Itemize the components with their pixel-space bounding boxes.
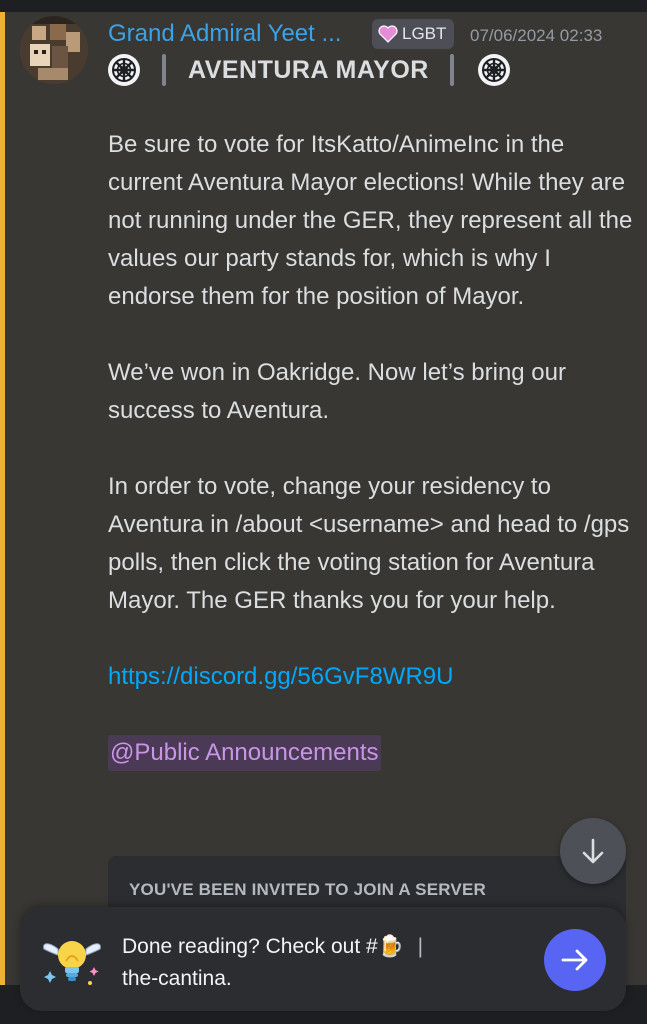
- divider-pipe: [162, 54, 166, 86]
- tag-label: LGBT: [402, 24, 447, 43]
- go-to-channel-button[interactable]: [544, 929, 606, 991]
- invite-link[interactable]: https://discord.gg/56GvF8WR9U: [108, 663, 453, 690]
- arrow-right-icon: [561, 949, 588, 971]
- winged-lightbulb-icon: [43, 941, 101, 985]
- next-channel-prompt[interactable]: Done reading? Check out #🍺 | the-cantina…: [20, 907, 626, 1011]
- invite-heading: YOU'VE BEEN INVITED TO JOIN A SERVER: [129, 880, 486, 899]
- message-timestamp: 07/06/2024 02:33: [470, 26, 603, 45]
- prompt-text: Done reading? Check out #🍺 | the-cantina…: [122, 931, 462, 995]
- beer-emoji-icon: 🍺: [377, 935, 404, 958]
- top-bar: [0, 0, 647, 12]
- mention-highlight-bar: [0, 12, 5, 1024]
- avatar[interactable]: [20, 16, 88, 84]
- divider-pipe: [450, 54, 454, 86]
- channel-name: the-cantina.: [122, 967, 232, 990]
- empire-emblem-icon: [108, 54, 140, 86]
- message-content: Be sure to vote for ItsKatto/AnimeInc in…: [108, 126, 636, 772]
- channel-separator: |: [417, 935, 424, 958]
- arrow-down-icon: [582, 838, 604, 864]
- role-header: AVENTURA MAYOR: [108, 52, 528, 88]
- prompt-line1: Done reading? Check out #: [122, 935, 378, 958]
- empire-emblem-icon: [478, 54, 510, 86]
- role-title: AVENTURA MAYOR: [188, 56, 429, 84]
- heart-icon: [378, 25, 398, 43]
- message-paragraph: Be sure to vote for ItsKatto/AnimeInc in…: [108, 131, 633, 310]
- message-paragraph: In order to vote, change your residency …: [108, 473, 630, 614]
- message-paragraph: We’ve won in Oakridge. Now let’s bring o…: [108, 359, 566, 424]
- author-name[interactable]: Grand Admiral Yeet ...: [108, 20, 341, 48]
- avatar-image: [20, 16, 88, 84]
- lgbt-tag[interactable]: LGBT: [372, 19, 455, 49]
- jump-to-bottom-button[interactable]: [560, 818, 626, 884]
- role-mention[interactable]: @Public Announcements: [108, 735, 381, 771]
